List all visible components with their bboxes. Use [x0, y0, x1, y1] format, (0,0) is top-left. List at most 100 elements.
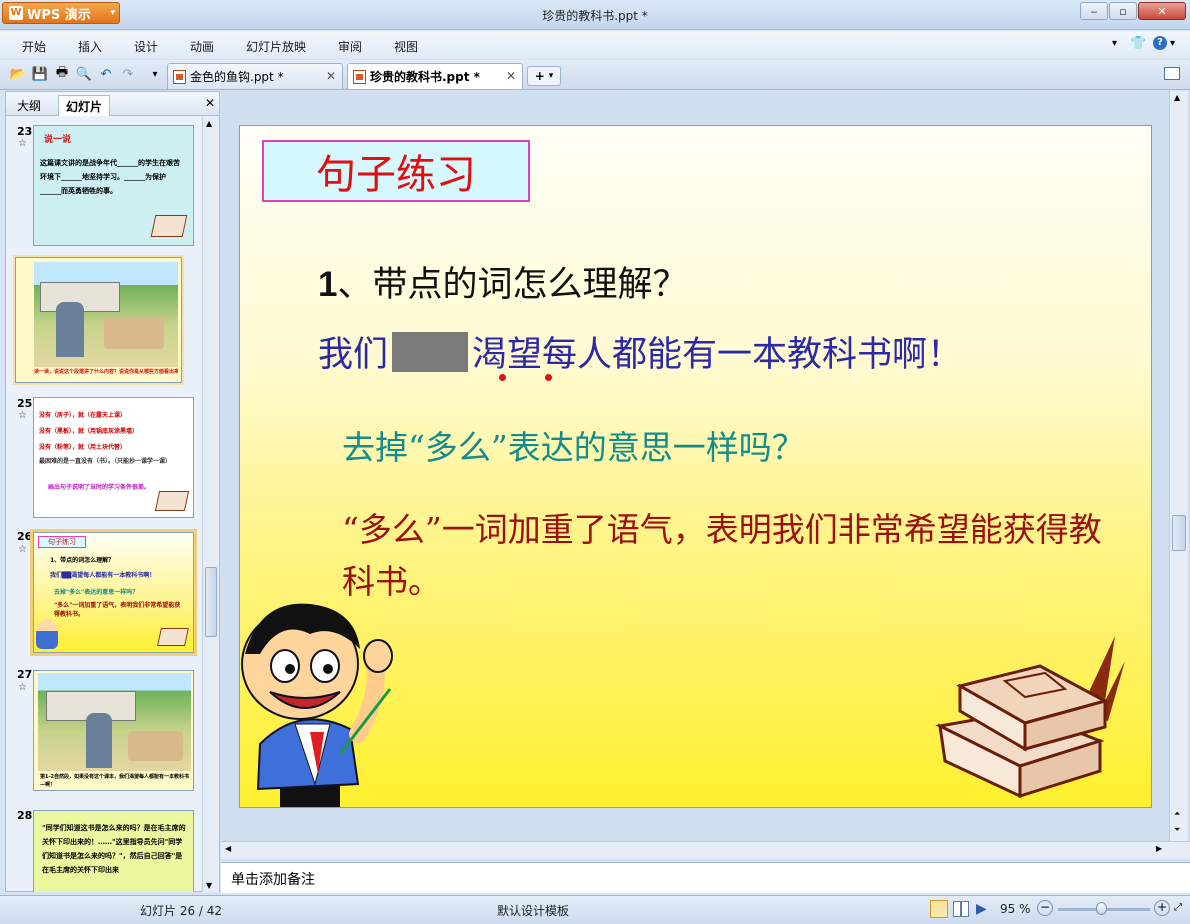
thumb-caption: 读一读，说说这个段落讲了什么内容？说说你是从哪些方面看出来的。	[34, 369, 178, 375]
fit-window-icon[interactable]: ⤢	[1174, 902, 1182, 913]
thumb-caption: 第1-2自然段，如果没有这个课本，我们渴望每人都能有一本教科书—啊！	[40, 774, 190, 788]
question-one-text: 、带点的词怎么理解？	[337, 265, 688, 305]
save-icon[interactable]: 💾	[32, 66, 48, 82]
sentence-end: 渴望每人都能有一本教科书啊！	[472, 335, 963, 375]
thumb-line: 没有（黑板），就（用锅底灰涂黑墙）	[39, 428, 139, 435]
question-one[interactable]: 1、带点的词怎么理解？	[318, 256, 687, 307]
slide-thumbnail-28[interactable]: "同学们知道这书是怎么来的吗？是在毛主席的关怀下印出来的！……"这里指导员先问"…	[33, 810, 194, 892]
example-sentence[interactable]: 我们 渴望每人都能有一本教科书啊！	[318, 326, 962, 377]
close-tab-icon[interactable]: ✕	[326, 69, 336, 83]
slide-thumbnail-25[interactable]: 没有（房子），就（在露天上课） 没有（黑板），就（用锅底灰涂黑墙） 没有（粉笔）…	[33, 397, 194, 518]
slideshow-icon[interactable]: ▶	[976, 901, 987, 917]
notes-input[interactable]: 单击添加备注	[221, 862, 1190, 893]
sentence-start: 我们	[318, 335, 389, 375]
undo-icon[interactable]: ↶	[98, 66, 114, 82]
classroom-picture	[38, 673, 191, 771]
redo-icon[interactable]: ↷	[120, 66, 136, 82]
current-slide[interactable]: 句子练习 1、带点的词怎么理解？ 我们 渴望每人都能有一本教科书啊！ 去掉“多么…	[239, 125, 1152, 808]
slide-thumbnail-26[interactable]: 句子练习 1、带点的词怎么理解？ 我们██渴望每人都能有一本教科书啊！ 去掉"多…	[30, 529, 197, 656]
books-quill-image	[935, 636, 1125, 799]
question-two[interactable]: 去掉“多么”表达的意思一样吗？	[342, 421, 805, 469]
menu-insert[interactable]: 插入	[78, 38, 102, 55]
tab-outline[interactable]: 大纲	[10, 95, 48, 116]
help-icon[interactable]: ?	[1153, 36, 1167, 50]
tab-golden-fishhook[interactable]: 金色的鱼钩.ppt * ✕	[167, 63, 343, 89]
boy-cartoon-icon	[36, 619, 58, 649]
thumb-text: 这篇课文讲的是战争年代______的学生在艰苦环境下______地坚持学习。__…	[40, 159, 180, 195]
title-bar: W WPS 演示 ▾ 珍贵的教科书.ppt * ‒ ▫ ✕	[0, 0, 1190, 30]
zoom-slider-thumb[interactable]	[1096, 902, 1107, 915]
slide-workspace: 句子练习 1、带点的词怎么理解？ 我们 渴望每人都能有一本教科书啊！ 去掉“多么…	[221, 91, 1190, 861]
skin-icon[interactable]: 👕	[1130, 36, 1146, 51]
slide-vertical-scrollbar[interactable]: ▲ ⏶ ⏷	[1169, 91, 1188, 841]
zoom-out-icon[interactable]: −	[1037, 900, 1053, 916]
wps-button-label: WPS 演示	[27, 7, 91, 23]
thumb-line: "多么"一词加重了语气，表明我们非常希望能获得教科书。	[54, 602, 181, 618]
open-icon[interactable]: 📂	[10, 66, 26, 82]
new-tab-button[interactable]: + ▾	[527, 66, 561, 86]
slide-thumbnail-23[interactable]: 说一说 这篇课文讲的是战争年代______的学生在艰苦环境下______地坚持学…	[33, 125, 194, 246]
close-panel-icon[interactable]: ✕	[205, 96, 215, 110]
menu-animation[interactable]: 动画	[190, 38, 214, 55]
book-icon	[154, 491, 190, 511]
slide-title[interactable]: 句子练习	[262, 140, 530, 202]
window-list-icon[interactable]	[1164, 67, 1180, 80]
menu-design[interactable]: 设计	[134, 38, 158, 55]
tab-precious-textbook[interactable]: 珍贵的教科书.ppt * ✕	[347, 63, 523, 89]
minimize-button[interactable]: ‒	[1080, 2, 1108, 20]
thumb-line: 画出句子说明了当时的学习条件很差。	[48, 484, 151, 491]
close-tab-icon[interactable]: ✕	[506, 69, 516, 83]
tab-slides[interactable]: 幻灯片	[58, 95, 111, 116]
answer-text[interactable]: “多么”一词加重了语气，表明我们非常希望能获得教科书。	[342, 504, 1102, 608]
previous-slide-icon[interactable]: ⏶	[1174, 809, 1180, 819]
tab-label: 金色的鱼钩.ppt *	[190, 70, 284, 84]
slide-sorter-icon[interactable]	[953, 901, 969, 917]
scroll-left-icon[interactable]: ◀	[225, 844, 231, 853]
book-icon	[150, 215, 188, 237]
slide-thumbnail-24[interactable]: 读一读，说说这个段落讲了什么内容？说说你是从哪些方面看出来的。	[13, 255, 184, 385]
thumbnail-list: 23 ☆ 说一说 这篇课文讲的是战争年代______的学生在艰苦环境下_____…	[6, 117, 202, 892]
scroll-right-icon[interactable]: ▶	[1156, 844, 1162, 853]
slide-horizontal-scrollbar[interactable]: ◀ ▶	[221, 841, 1190, 859]
wps-logo-icon: W	[9, 6, 23, 20]
print-preview-icon[interactable]: 🔍	[76, 66, 92, 82]
blanked-word-block	[392, 331, 469, 372]
normal-view-icon[interactable]	[930, 900, 948, 918]
status-bar: 幻灯片 26 / 42 默认设计模板 ▶ 95 % − + ⤢	[0, 895, 1190, 924]
menu-slideshow[interactable]: 幻灯片放映	[246, 38, 306, 55]
design-template-name: 默认设计模板	[497, 904, 570, 918]
scroll-up-icon[interactable]: ▲	[1174, 93, 1180, 102]
chevron-down-icon: ▾	[548, 71, 554, 81]
scroll-up-icon[interactable]: ▲	[206, 119, 212, 128]
next-slide-icon[interactable]: ⏷	[1174, 825, 1180, 835]
zoom-in-icon[interactable]: +	[1154, 900, 1170, 916]
thumbnail-scrollbar[interactable]: ▲ ▼	[202, 117, 219, 892]
close-button[interactable]: ✕	[1138, 2, 1186, 20]
scroll-down-icon[interactable]: ▼	[206, 881, 212, 890]
question-one-number: 1	[318, 265, 338, 304]
wps-menu-button[interactable]: W WPS 演示 ▾	[2, 2, 120, 24]
collapse-ribbon-icon[interactable]: ▾	[1112, 38, 1117, 49]
emphasis-dot	[499, 374, 506, 381]
classroom-picture	[34, 262, 178, 367]
thumb-line: "同学们知道这书是怎么来的吗？是在毛主席的关怀下印出来的！……"这里指导员先问"…	[42, 824, 186, 874]
teacher-cartoon-image	[241, 603, 393, 807]
plus-icon: +	[534, 69, 545, 83]
thumb-line: 1、带点的词怎么理解？	[50, 557, 115, 564]
thumb-line: 没有（房子），就（在露天上课）	[39, 412, 127, 419]
menu-home[interactable]: 开始	[22, 38, 46, 55]
menu-review[interactable]: 审阅	[338, 38, 362, 55]
zoom-level: 95 %	[1000, 902, 1031, 916]
print-icon[interactable]: 🖶	[54, 65, 70, 82]
thumb-line: 去掉"多么"表达的意思一样吗？	[54, 589, 139, 596]
menu-view[interactable]: 视图	[394, 38, 418, 55]
scroll-thumb[interactable]	[1172, 515, 1186, 551]
maximize-button[interactable]: ▫	[1109, 2, 1137, 20]
thumb-line: 没有（粉笔），就（用土块代替）	[39, 444, 127, 451]
slide-thumbnail-27[interactable]: 第1-2自然段，如果没有这个课本，我们渴望每人都能有一本教科书—啊！	[33, 670, 194, 791]
customize-toolbar-icon[interactable]: ▾	[147, 66, 163, 82]
animation-star-icon: ☆	[18, 410, 27, 421]
scroll-thumb[interactable]	[205, 567, 217, 637]
help-dropdown-icon[interactable]: ▾	[1170, 38, 1175, 49]
thumb-line: 我们██渴望每人都能有一本教科书啊！	[50, 572, 156, 579]
